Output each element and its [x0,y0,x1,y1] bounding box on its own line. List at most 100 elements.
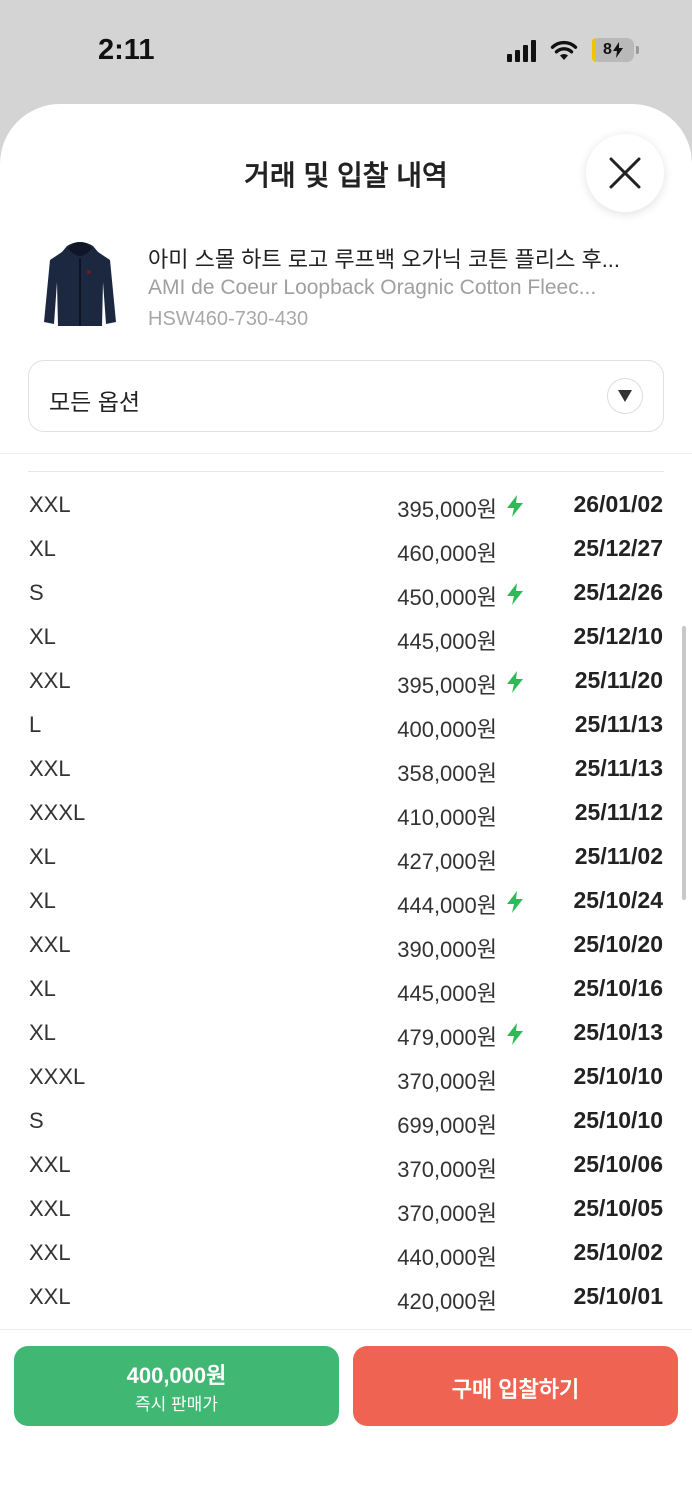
trade-row: L 400,000원 25/11/13 [0,702,692,746]
trade-row: XL 445,000원 25/10/16 [0,966,692,1010]
trade-row: XXL 395,000원 26/01/02 [0,482,692,526]
lightning-bolt-icon [507,671,523,693]
trade-row: XXL 395,000원 25/11/20 [0,658,692,702]
trade-date: 25/12/27 [573,535,663,561]
trade-date: 25/12/10 [573,623,663,649]
trade-size: XL [29,888,56,913]
trade-price: 410,000원 [397,805,497,830]
trade-date: 25/10/01 [573,1283,663,1309]
section-divider [0,453,692,454]
trade-date: 25/10/06 [573,1151,663,1177]
trade-price: 479,000원 [397,1025,497,1050]
trade-price: 370,000원 [397,1157,497,1182]
trade-date: 25/11/12 [574,799,663,825]
trade-size: XL [29,1020,56,1045]
trade-date: 25/10/05 [573,1195,663,1221]
trade-row: XXL 370,000원 25/10/06 [0,1142,692,1186]
trade-row: XL 479,000원 25/10/13 [0,1010,692,1054]
trade-price: 460,000원 [397,541,497,566]
battery-icon: 8 [592,38,639,62]
trade-size: XXL [29,1152,71,1177]
trade-list: XXL 395,000원 26/01/02 XL 460,000원 25/12/27 S 45… [0,482,692,1318]
lightning-bolt-icon [507,891,523,913]
trade-price: 445,000원 [397,629,497,654]
trade-price: 427,000원 [397,849,497,874]
trade-date: 25/10/20 [573,931,663,957]
trade-size: XXL [29,492,71,517]
trade-size: XXL [29,756,71,781]
trade-date: 25/10/02 [573,1239,663,1265]
lightning-bolt-icon [507,1023,523,1045]
signal-icon [507,38,536,62]
trade-date: 25/11/20 [574,667,663,693]
trade-date: 25/10/24 [573,887,663,913]
trade-price: 444,000원 [397,893,497,918]
list-divider [28,471,664,472]
product-summary: 아미 스몰 하트 로고 루프백 오가닉 코튼 플리스 후... AMI de C… [40,238,670,338]
lightning-bolt-icon [507,583,523,605]
buy-bid-button[interactable]: 구매 입찰하기 [353,1346,678,1426]
trade-size: XXL [29,668,71,693]
trade-date: 25/10/10 [573,1107,663,1133]
trade-history-sheet: 거래 및 입찰 내역 아미 스몰 하트 로고 루프백 오가닉 코튼 플리스 후.… [0,104,692,1500]
trade-row: XL 427,000원 25/11/02 [0,834,692,878]
trade-price: 370,000원 [397,1201,497,1226]
wifi-icon [550,40,578,60]
trade-size: XXL [29,1284,71,1309]
trade-size: L [29,712,42,737]
trade-size: XXL [29,932,71,957]
trade-row: S 450,000원 25/12/26 [0,570,692,614]
instant-sell-button[interactable]: 400,000원 즉시 판매가 [14,1346,339,1426]
trade-price: 390,000원 [397,937,497,962]
trade-row: S 699,000원 25/10/10 [0,1098,692,1142]
product-code: HSW460-730-430 [148,308,309,330]
status-time: 2:11 [98,34,155,66]
trade-size: XL [29,844,56,869]
trade-date: 25/11/13 [574,711,663,737]
dropdown-triangle-icon [618,390,632,402]
dropdown-button[interactable] [607,378,643,414]
trade-size: XXXL [29,1064,86,1089]
trade-date: 25/11/13 [574,755,663,781]
product-name: 아미 스몰 하트 로고 루프백 오가닉 코튼 플리스 후... [148,247,621,272]
bottom-action-bar: 400,000원 즉시 판매가 구매 입찰하기 [0,1329,692,1500]
sell-label: 즉시 판매가 [135,1395,218,1414]
trade-date: 25/12/26 [573,579,663,605]
trade-row: XXL 420,000원 25/10/01 [0,1274,692,1318]
product-thumbnail [44,242,116,326]
close-icon [609,157,641,189]
trade-size: XXL [29,1196,71,1221]
trade-price: 395,000원 [397,673,497,698]
trade-price: 450,000원 [397,585,497,610]
status-icons: 8 [507,38,639,62]
trade-row: XXL 358,000원 25/11/13 [0,746,692,790]
trade-size: XL [29,976,56,1001]
trade-date: 25/11/02 [574,843,663,869]
trade-row: XXL 440,000원 25/10/02 [0,1230,692,1274]
trade-date: 25/10/10 [573,1063,663,1089]
trade-size: XL [29,536,56,561]
trade-price: 370,000원 [397,1069,497,1094]
option-select-value: 모든 옵션 [49,389,141,415]
trade-price: 420,000원 [397,1289,497,1314]
trade-row: XXXL 370,000원 25/10/10 [0,1054,692,1098]
trade-price: 440,000원 [397,1245,497,1270]
trade-date: 25/10/16 [573,975,663,1001]
trade-size: XXXL [29,800,86,825]
trade-size: S [29,580,44,605]
trade-size: XL [29,624,56,649]
bid-label: 구매 입찰하기 [451,1377,580,1402]
trade-date: 25/10/13 [573,1019,663,1045]
trade-row: XL 460,000원 25/12/27 [0,526,692,570]
trade-row: XXXL 410,000원 25/11/12 [0,790,692,834]
trade-size: S [29,1108,44,1133]
trade-date: 26/01/02 [573,491,663,517]
trade-size: XXL [29,1240,71,1265]
lightning-bolt-icon [507,495,523,517]
close-button[interactable] [586,134,664,212]
product-name-en: AMI de Coeur Loopback Oragnic Cotton Fle… [148,276,597,299]
trade-price: 445,000원 [397,981,497,1006]
scrollbar[interactable] [682,626,686,900]
option-select[interactable]: 모든 옵션 [28,360,664,432]
trade-price: 400,000원 [397,717,497,742]
